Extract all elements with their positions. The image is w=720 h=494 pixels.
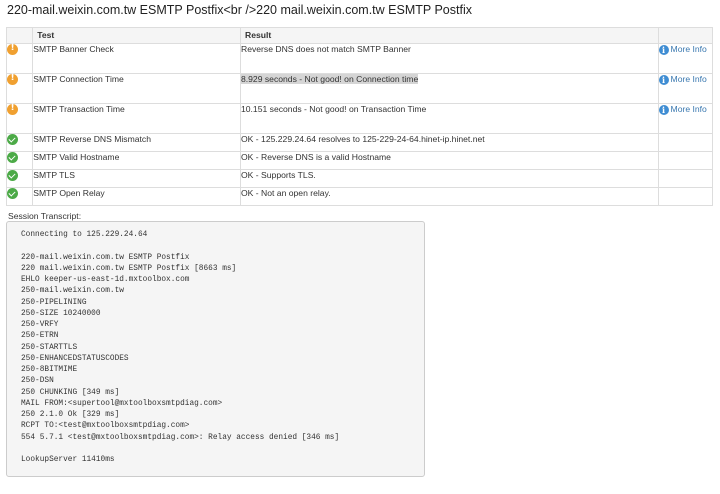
table-row: SMTP Connection Time8.929 seconds - Not … bbox=[5, 73, 714, 104]
transcript-line: 250 2.1.0 Ok [329 ms] bbox=[21, 411, 120, 419]
test-name-cell: SMTP Connection Time bbox=[32, 73, 241, 104]
test-name-cell: SMTP Open Relay bbox=[32, 187, 241, 206]
more-info-column-header bbox=[657, 27, 714, 44]
check-icon bbox=[7, 188, 18, 199]
transcript-line: 250-SIZE 10240000 bbox=[21, 309, 101, 318]
check-icon bbox=[7, 152, 18, 163]
transcript-line: 554 5.7.1 <test@mxtoolboxsmtpdiag.com>: … bbox=[21, 433, 340, 442]
more-info-cell bbox=[657, 169, 714, 188]
more-info-cell bbox=[657, 151, 714, 170]
info-icon: i bbox=[658, 105, 669, 115]
info-icon: i bbox=[658, 45, 669, 55]
transcript-line: RCPT TO:<test@mxtoolboxsmtpdiag.com> bbox=[21, 422, 190, 431]
result-text: OK - Supports TLS. bbox=[240, 170, 316, 180]
transcript-line: 250-ENHANCEDSTATUSCODES bbox=[21, 354, 129, 363]
transcript-line: Connecting to 125.229.24.64 bbox=[21, 231, 148, 239]
results-body: SMTP Banner CheckReverse DNS does not ma… bbox=[5, 43, 714, 206]
table-row: SMTP TLS OK - Supports TLS. bbox=[5, 169, 714, 188]
test-name-cell: SMTP Reverse DNS Mismatch bbox=[32, 133, 241, 152]
session-transcript: Connecting to 125.229.24.64 220-mail.wei… bbox=[6, 221, 425, 477]
transcript-line: LookupServer 11410ms bbox=[21, 456, 115, 464]
transcript-line: 250 CHUNKING [349 ms] bbox=[21, 388, 120, 397]
transcript-line: 250-STARTTLS bbox=[21, 343, 78, 352]
result-text: OK - 125.229.24.64 resolves to 125-229-2… bbox=[240, 134, 485, 144]
results-table: Test Result SMTP Banner CheckReverse DNS… bbox=[5, 27, 714, 206]
result-cell: OK - Supports TLS. bbox=[239, 169, 659, 188]
table-row: SMTP Open Relay OK - Not an open relay. bbox=[5, 187, 714, 206]
transcript-line: 250-ETRN bbox=[21, 332, 59, 341]
table-row: SMTP Reverse DNS Mismatch OK - 125.229.24… bbox=[5, 133, 714, 152]
more-info-link[interactable]: i More Info bbox=[658, 74, 707, 85]
test-column-header: Test bbox=[32, 27, 241, 44]
status-cell bbox=[5, 103, 34, 134]
transcript-line: 220-mail.weixin.com.tw ESMTP Postfix bbox=[21, 253, 190, 262]
warning-icon bbox=[7, 73, 18, 85]
check-icon bbox=[7, 170, 18, 181]
result-cell: OK - 125.229.24.64 resolves to 125-229-2… bbox=[239, 133, 659, 152]
transcript-line: MAIL FROM:<supertool@mxtoolboxsmtpdiag.c… bbox=[21, 399, 223, 408]
info-icon: i bbox=[658, 75, 669, 85]
transcript-line: 220 mail.weixin.com.tw ESMTP Postfix [86… bbox=[21, 264, 237, 273]
result-text: 8.929 seconds - Not good! on Connection … bbox=[240, 74, 419, 84]
status-cell bbox=[5, 43, 34, 74]
transcript-line: 250-DSN bbox=[21, 377, 54, 386]
transcript-line: 250-PIPELINING bbox=[21, 298, 87, 307]
status-cell bbox=[5, 187, 34, 206]
transcript-line: 250-VRFY bbox=[21, 321, 59, 329]
transcript-line: EHLO keeper-us-east-1d.mxtoolbox.com bbox=[21, 276, 190, 284]
check-icon bbox=[7, 134, 18, 145]
status-cell bbox=[5, 169, 34, 188]
test-name-cell: SMTP Banner Check bbox=[32, 43, 241, 74]
test-name-cell: SMTP Transaction Time bbox=[32, 103, 241, 134]
more-info-cell: i More Info bbox=[657, 103, 714, 134]
result-column-header: Result bbox=[239, 27, 659, 44]
result-cell: OK - Reverse DNS is a valid Hostname bbox=[239, 151, 659, 170]
warning-icon bbox=[7, 103, 18, 115]
more-info-link[interactable]: i More Info bbox=[658, 104, 707, 115]
table-header-row: Test Result bbox=[5, 27, 714, 44]
warning-icon bbox=[7, 43, 18, 55]
result-text: OK - Reverse DNS is a valid Hostname bbox=[240, 152, 391, 162]
status-cell bbox=[5, 151, 34, 170]
more-info-label: More Info bbox=[670, 44, 707, 54]
result-text: Reverse DNS does not match SMTP Banner bbox=[240, 44, 411, 54]
result-text: 10.151 seconds - Not good! on Transactio… bbox=[240, 104, 427, 114]
status-cell bbox=[5, 133, 34, 152]
more-info-cell bbox=[657, 133, 714, 152]
result-cell: OK - Not an open relay. bbox=[239, 187, 659, 206]
more-info-cell: i More Info bbox=[657, 73, 714, 104]
transcript-line: 250-mail.weixin.com.tw bbox=[21, 287, 124, 296]
table-row: SMTP Valid Hostname OK - Reverse DNS is a… bbox=[5, 151, 714, 170]
more-info-label: More Info bbox=[670, 104, 707, 114]
transcript-label: Session Transcript: bbox=[8, 211, 82, 221]
more-info-cell bbox=[657, 187, 714, 206]
more-info-link[interactable]: i More Info bbox=[658, 44, 707, 55]
result-cell: 8.929 seconds - Not good! on Connection … bbox=[239, 73, 659, 104]
table-row: SMTP Transaction Time10.151 seconds - No… bbox=[5, 103, 714, 134]
result-cell: Reverse DNS does not match SMTP Banner bbox=[239, 43, 659, 74]
table-row: SMTP Banner CheckReverse DNS does not ma… bbox=[5, 43, 714, 74]
status-cell bbox=[5, 73, 34, 104]
transcript-line: 250-8BITMIME bbox=[21, 366, 78, 374]
test-name-cell: SMTP Valid Hostname bbox=[32, 151, 241, 170]
result-cell: 10.151 seconds - Not good! on Transactio… bbox=[239, 103, 659, 134]
result-text: OK - Not an open relay. bbox=[240, 188, 331, 198]
more-info-cell: i More Info bbox=[657, 43, 714, 74]
more-info-label: More Info bbox=[670, 74, 707, 84]
status-column-header bbox=[5, 27, 34, 44]
page-title: 220-mail.weixin.com.tw ESMTP Postfix<br … bbox=[7, 3, 472, 17]
test-name-cell: SMTP TLS bbox=[32, 169, 241, 188]
